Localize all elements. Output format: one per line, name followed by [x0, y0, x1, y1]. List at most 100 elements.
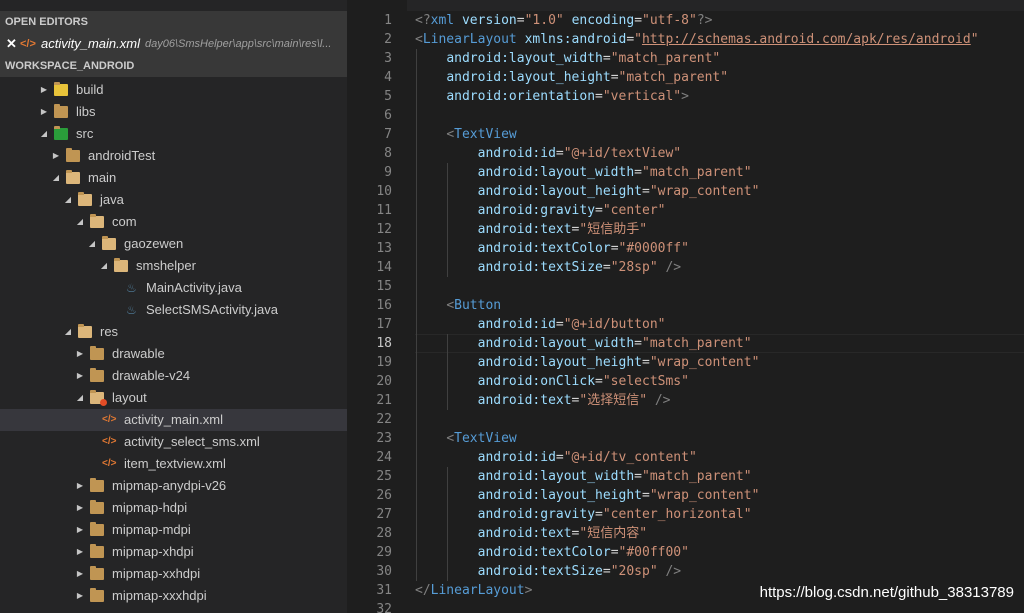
tree-folder[interactable]: ▶ mipmap-mdpi	[0, 519, 347, 541]
open-editors-header[interactable]: OPEN EDITORS	[0, 11, 347, 33]
tree-folder[interactable]: ▶ mipmap-xxhdpi	[0, 563, 347, 585]
code-token: =	[602, 51, 611, 66]
code-line[interactable]: android:layout_width="match_parent"	[415, 163, 752, 182]
code-token: xml	[430, 13, 455, 28]
chevron-down-icon[interactable]: ◢	[100, 255, 108, 277]
code-line[interactable]: <TextView	[415, 125, 516, 144]
line-number: 1	[384, 13, 392, 28]
code-line[interactable]: android:layout_height="wrap_content"	[415, 182, 760, 201]
line-number: 5	[384, 89, 392, 104]
tree-folder[interactable]: ◢ java	[0, 189, 347, 211]
code-line[interactable]: android:id="@+id/textView"	[415, 144, 682, 163]
tree-folder[interactable]: ▶ build	[0, 79, 347, 101]
code-token: "wrap_content"	[649, 355, 760, 370]
tree-file[interactable]: ♨ MainActivity.java	[0, 277, 347, 299]
tree-folder[interactable]: ▶ mipmap-anydpi-v26	[0, 475, 347, 497]
code-line[interactable]: </LinearLayout>	[415, 581, 532, 600]
line-number: 20	[376, 374, 392, 389]
code-token: =	[642, 488, 650, 503]
chevron-right-icon[interactable]: ▶	[40, 79, 48, 101]
tree-folder[interactable]: ◢ main	[0, 167, 347, 189]
workspace-header[interactable]: WORKSPACE_ANDROID	[0, 55, 347, 77]
code-line[interactable]: android:id="@+id/button"	[415, 315, 666, 334]
chevron-down-icon[interactable]: ◢	[88, 233, 96, 255]
chevron-down-icon[interactable]: ◢	[52, 167, 60, 189]
code-line[interactable]: android:layout_height="wrap_content"	[415, 353, 760, 372]
code-line[interactable]: android:textColor="#0000ff"	[415, 239, 689, 258]
code-line[interactable]: android:textSize="28sp" />	[415, 258, 682, 277]
tree-folder[interactable]: ▶ drawable	[0, 343, 347, 365]
chevron-down-icon[interactable]: ◢	[64, 321, 72, 343]
chevron-right-icon[interactable]: ▶	[76, 343, 84, 365]
code-line[interactable]: android:layout_width="match_parent"	[415, 49, 720, 68]
tree-item-label: layout	[112, 390, 147, 405]
chevron-down-icon[interactable]: ◢	[76, 211, 84, 233]
code-token: "@+id/tv_content"	[563, 450, 697, 465]
open-editor-filename: activity_main.xml	[41, 36, 140, 51]
tree-folder[interactable]: ▶ drawable-v24	[0, 365, 347, 387]
code-token: =	[626, 32, 635, 47]
tree-item-label: activity_select_sms.xml	[124, 434, 260, 449]
code-line[interactable]: <Button	[415, 296, 501, 315]
code-token: =	[634, 469, 642, 484]
editor-tab[interactable]	[347, 0, 407, 11]
code-line[interactable]: android:text="选择短信" />	[415, 391, 671, 410]
code-line[interactable]: android:layout_width="match_parent"	[415, 334, 752, 353]
close-icon[interactable]: ✕	[6, 33, 17, 55]
chevron-right-icon[interactable]: ▶	[76, 475, 84, 497]
tree-file[interactable]: </> activity_main.xml	[0, 409, 347, 431]
code-editor[interactable]: 1 2 3 4 5 6 7 8 9 10 11 12 13 14 15 16 17 18 19 20 21 22 23 24 2…	[347, 0, 1024, 613]
code-line[interactable]: android:textColor="#00ff00"	[415, 543, 689, 562]
code-line[interactable]: android:gravity="center"	[415, 201, 666, 220]
chevron-right-icon[interactable]: ▶	[76, 541, 84, 563]
tree-file[interactable]: ♨ SelectSMSActivity.java	[0, 299, 347, 321]
chevron-right-icon[interactable]: ▶	[76, 365, 84, 387]
code-line[interactable]: android:text="短信内容"	[415, 524, 647, 543]
chevron-right-icon[interactable]: ▶	[52, 145, 60, 167]
tree-folder[interactable]: ◢ gaozewen	[0, 233, 347, 255]
tree-folder[interactable]: ▶ libs	[0, 101, 347, 123]
code-line[interactable]: <LinearLayout xmlns:android="http://sche…	[415, 30, 979, 49]
code-line[interactable]: android:orientation="vertical">	[415, 87, 689, 106]
tree-file[interactable]: </> item_textview.xml	[0, 453, 347, 475]
code-line[interactable]: android:layout_width="match_parent"	[415, 467, 752, 486]
code-token: "#00ff00"	[618, 545, 689, 560]
tree-folder[interactable]: ◢ com	[0, 211, 347, 233]
code-line[interactable]: android:layout_height="wrap_content"	[415, 486, 760, 505]
tree-folder[interactable]: ▶ mipmap-xhdpi	[0, 541, 347, 563]
tree-folder[interactable]: ◢ smshelper	[0, 255, 347, 277]
chevron-right-icon[interactable]: ▶	[40, 101, 48, 123]
chevron-right-icon[interactable]: ▶	[76, 519, 84, 541]
code-link[interactable]: http://schemas.android.com/apk/res/andro…	[642, 32, 971, 47]
tree-folder[interactable]: ▶ mipmap-xxxhdpi	[0, 585, 347, 607]
chevron-down-icon[interactable]: ◢	[40, 123, 48, 145]
folder-open-icon	[114, 258, 128, 272]
code-line[interactable]: android:gravity="center_horizontal"	[415, 505, 752, 524]
code-token: >	[681, 89, 689, 104]
chevron-down-icon[interactable]: ◢	[76, 387, 84, 409]
tree-folder[interactable]: ◢ layout	[0, 387, 347, 409]
tree-folder[interactable]: ◢ res	[0, 321, 347, 343]
code-line[interactable]: android:layout_height="match_parent"	[415, 68, 728, 87]
tree-folder[interactable]: ◢ src	[0, 123, 347, 145]
code-line[interactable]: android:id="@+id/tv_content"	[415, 448, 697, 467]
tree-item-label: mipmap-hdpi	[112, 500, 188, 515]
code-line[interactable]: <TextView	[415, 429, 516, 448]
chevron-down-icon[interactable]: ◢	[64, 189, 72, 211]
chevron-right-icon[interactable]: ▶	[76, 585, 84, 607]
code-line[interactable]: android:text="短信助手"	[415, 220, 647, 239]
tree-folder[interactable]: ▶ mipmap-hdpi	[0, 497, 347, 519]
tree-file[interactable]: </> activity_select_sms.xml	[0, 431, 347, 453]
code-line[interactable]: <?xml version="1.0" encoding="utf-8"?>	[415, 11, 712, 30]
tree-item-label: item_textview.xml	[124, 456, 226, 471]
open-editor-item[interactable]: ✕ </> activity_main.xml day06\SmsHelper\…	[0, 33, 347, 55]
code-line[interactable]: android:onClick="selectSms"	[415, 372, 689, 391]
tree-folder[interactable]: ▶ androidTest	[0, 145, 347, 167]
chevron-right-icon[interactable]: ▶	[76, 497, 84, 519]
chevron-right-icon[interactable]: ▶	[76, 563, 84, 585]
code-line[interactable]: android:textSize="20sp" />	[415, 562, 682, 581]
